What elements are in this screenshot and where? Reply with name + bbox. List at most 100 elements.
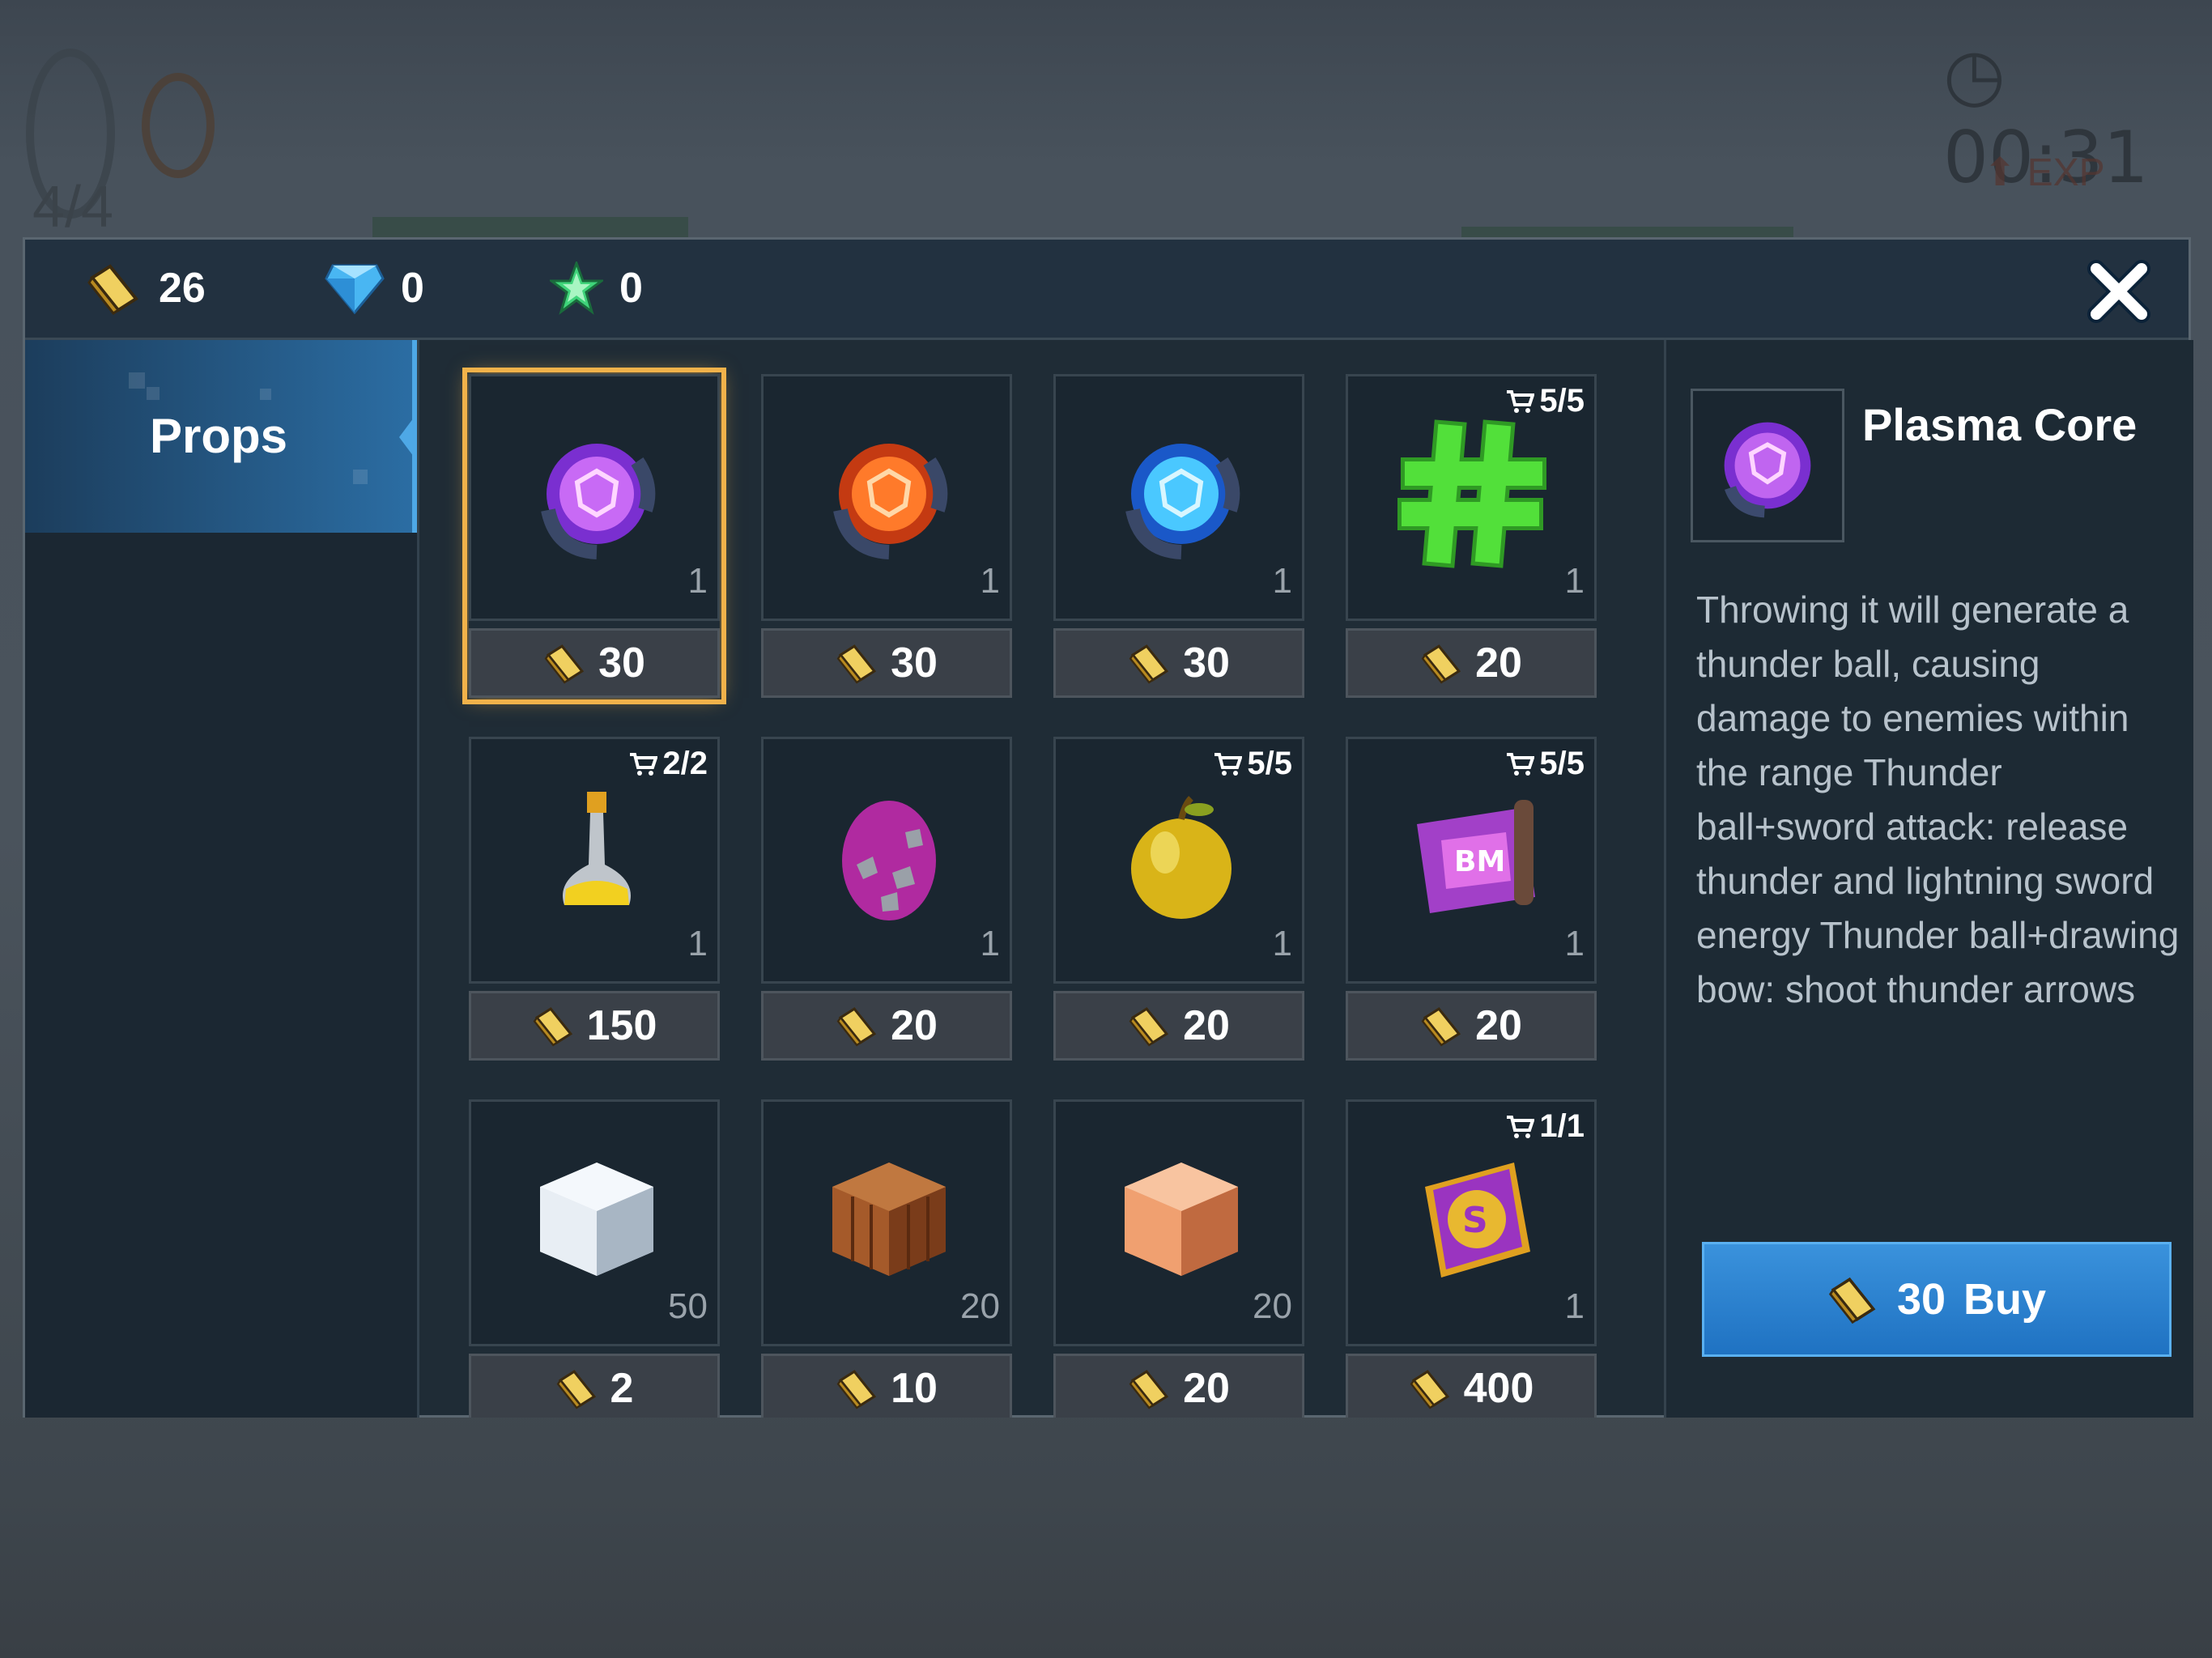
purchase-limit: 5/5 — [1505, 383, 1585, 419]
diamond-currency: 0 — [325, 256, 424, 321]
item-quantity: 1 — [1564, 1286, 1585, 1326]
shop-item-golden-apple[interactable]: 5/5 1 20 — [1053, 737, 1304, 1061]
item-image-frame: BM 5/5 1 — [1346, 737, 1597, 984]
item-quantity: 20 — [960, 1286, 1000, 1326]
potion-icon — [563, 792, 631, 905]
cart-icon — [1507, 1115, 1535, 1138]
svg-text:S: S — [1462, 1200, 1488, 1241]
purchase-limit-text: 1/1 — [1539, 1108, 1585, 1144]
fire-core-icon — [833, 444, 948, 559]
tab-decoration — [147, 387, 160, 400]
gold-amount: 26 — [159, 265, 206, 312]
item-image-frame: 50 — [469, 1099, 720, 1346]
purchase-limit-text: 5/5 — [1539, 383, 1585, 419]
item-price: 2 — [469, 1354, 720, 1418]
bg-count: 4/4 — [32, 175, 114, 240]
category-sidebar: Props — [25, 340, 419, 1418]
gold-currency: 26 — [86, 256, 206, 321]
purchase-limit-text: 5/5 — [1247, 746, 1292, 781]
ice-core-icon — [1125, 444, 1240, 559]
item-quantity: 1 — [980, 561, 1000, 601]
shop-item-magic-carpet[interactable]: BM 5/5 1 20 — [1346, 737, 1597, 1061]
diamond-amount: 0 — [401, 265, 424, 312]
shop-item-ice-core[interactable]: 1 30 — [1053, 374, 1304, 698]
plasma-core-icon — [541, 444, 656, 559]
item-price-value: 2 — [610, 1365, 634, 1412]
purchase-limit: 2/2 — [628, 746, 708, 782]
cart-icon — [1507, 389, 1535, 413]
shop-item-white-block[interactable]: 50 2 — [469, 1099, 720, 1418]
diamond-icon — [325, 264, 385, 314]
purchase-limit: 1/1 — [1505, 1108, 1585, 1145]
item-price: 30 — [761, 628, 1012, 698]
shop-item-spell-book[interactable]: S 1/1 1 400 — [1346, 1099, 1597, 1418]
item-price-value: 150 — [586, 1002, 657, 1049]
item-price-value: 30 — [598, 640, 645, 687]
star-currency: 0 — [550, 256, 643, 321]
item-quantity: 1 — [980, 924, 1000, 963]
gold-bar-icon — [1410, 1370, 1449, 1409]
shop-item-egg[interactable]: 1 20 — [761, 737, 1012, 1061]
close-icon[interactable] — [2085, 257, 2153, 325]
item-grid-viewport[interactable]: 1 30 1 30 1 30 5/5 1 20 2/2 1 150 1 20 5/5 1 20 BM 5/5 1 20 5… — [417, 340, 1664, 1418]
detail-thumbnail — [1691, 389, 1844, 542]
item-price: 20 — [1346, 991, 1597, 1061]
item-price-value: 20 — [1183, 1002, 1230, 1049]
gold-bar-icon — [1129, 1370, 1169, 1409]
gold-bar-icon — [1421, 1007, 1461, 1047]
item-price: 20 — [1346, 628, 1597, 698]
item-price-value: 30 — [891, 640, 938, 687]
purchase-limit: 5/5 — [1505, 746, 1585, 782]
egg-icon — [842, 801, 936, 920]
shop-item-plasma-core[interactable]: 1 30 — [462, 368, 726, 704]
currency-bar: 26 0 0 — [25, 240, 2189, 340]
star-icon — [550, 261, 603, 315]
shop-item-fire-core[interactable]: 1 30 — [761, 374, 1012, 698]
gold-bar-icon — [533, 1007, 572, 1047]
item-price: 150 — [469, 991, 720, 1061]
item-image-frame: 20 — [761, 1099, 1012, 1346]
buy-button[interactable]: 30 Buy — [1702, 1242, 2172, 1357]
shop-item-potion[interactable]: 2/2 1 150 — [469, 737, 720, 1061]
purchase-limit-text: 5/5 — [1539, 746, 1585, 781]
gold-bar-icon — [1421, 644, 1461, 684]
wood-crate-icon — [832, 1163, 946, 1276]
cart-icon — [1507, 752, 1535, 776]
svg-text:BM: BM — [1454, 845, 1505, 878]
shop-panel: 26 0 0 Props 1 30 1 30 1 30 5/5 1 20 2/2… — [23, 237, 2193, 1418]
buy-label: Buy — [1963, 1275, 2047, 1324]
hashtag-icon — [1397, 419, 1546, 568]
item-image-frame: 1 — [469, 374, 720, 621]
spell-book-icon: S — [1425, 1163, 1530, 1278]
gold-bar-icon — [544, 644, 585, 684]
item-price-value: 20 — [1475, 1002, 1522, 1049]
item-price: 30 — [1053, 628, 1304, 698]
item-quantity: 1 — [687, 924, 708, 963]
item-image-frame: 1 — [761, 737, 1012, 984]
item-quantity: 50 — [668, 1286, 708, 1326]
golden-apple-icon — [1131, 796, 1231, 919]
white-block-icon — [540, 1163, 653, 1276]
purchase-limit: 5/5 — [1213, 746, 1292, 782]
shop-item-copper-block[interactable]: 20 20 — [1053, 1099, 1304, 1418]
item-price: 20 — [761, 991, 1012, 1061]
tab-props[interactable]: Props — [25, 340, 417, 533]
shop-item-hashtag[interactable]: 5/5 1 20 — [1346, 374, 1597, 698]
tab-indicator — [399, 418, 414, 457]
gold-bar-icon — [836, 1370, 877, 1409]
tab-decoration — [129, 372, 145, 389]
shop-item-wood-crate[interactable]: 20 10 — [761, 1099, 1012, 1418]
star-amount: 0 — [619, 265, 643, 312]
item-price-value: 20 — [1475, 640, 1522, 687]
item-price-value: 20 — [1183, 1365, 1230, 1412]
item-image-frame: 5/5 1 — [1053, 737, 1304, 984]
item-price-value: 20 — [891, 1002, 938, 1049]
item-price: 10 — [761, 1354, 1012, 1418]
magic-carpet-icon: BM — [1417, 800, 1535, 913]
gold-bar-icon — [1129, 644, 1169, 684]
bg-timer-icon: ◷ — [1943, 32, 2006, 116]
item-price-value: 10 — [891, 1365, 938, 1412]
gold-bar-icon — [836, 1007, 877, 1047]
item-price: 20 — [1053, 991, 1304, 1061]
cart-icon — [630, 752, 658, 776]
